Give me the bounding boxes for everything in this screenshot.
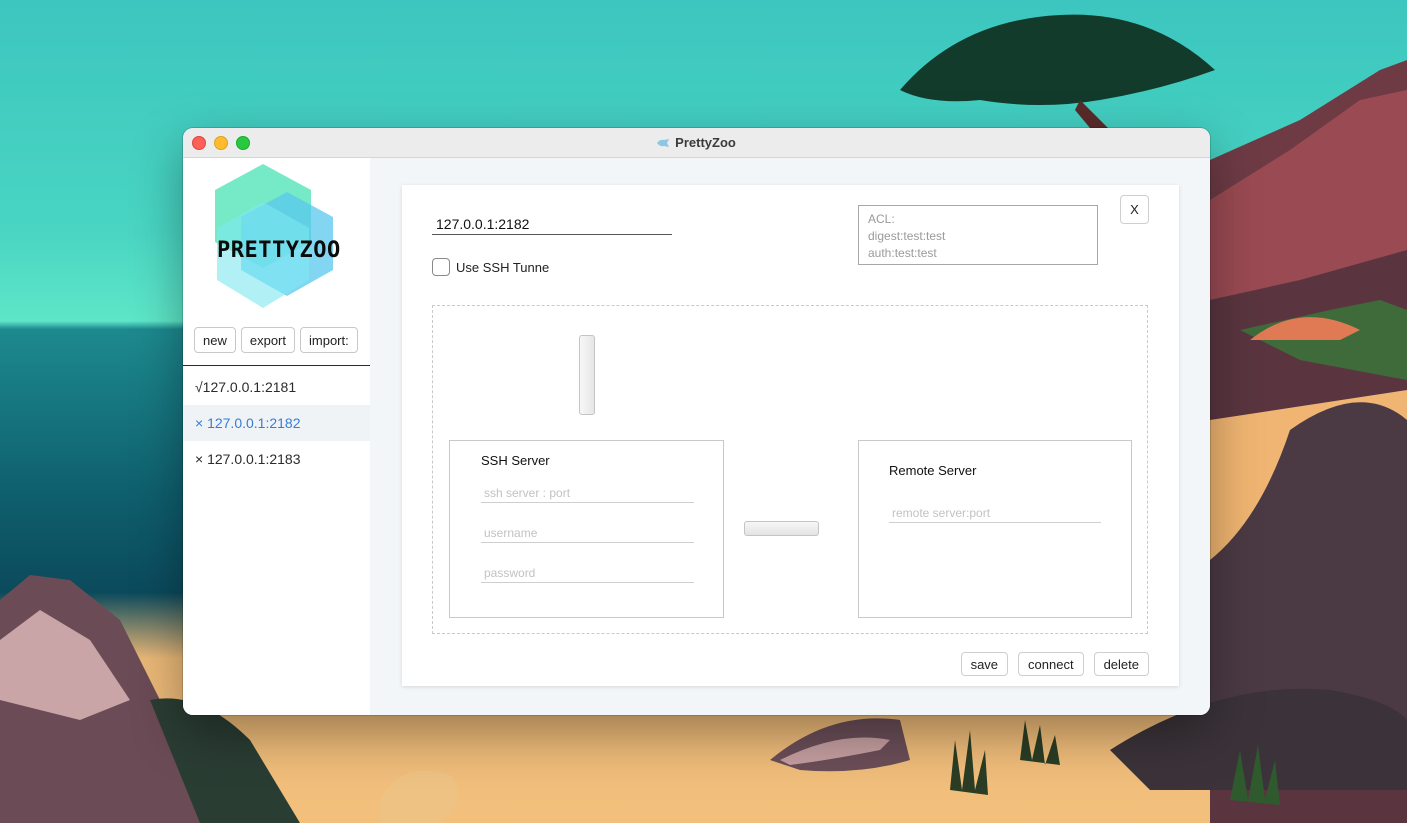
server-list: √127.0.0.1:2181 × 127.0.0.1:2182 × 127.0… bbox=[183, 369, 370, 477]
acl-textarea[interactable]: ACL: digest:test:test auth:test:test bbox=[858, 205, 1098, 265]
sidebar-actions: new export import: bbox=[194, 327, 358, 353]
acl-line: ACL: bbox=[868, 212, 895, 226]
prettyzoo-logo-icon bbox=[215, 164, 333, 308]
server-item-2181[interactable]: √127.0.0.1:2181 bbox=[183, 369, 370, 405]
ssh-server-title: SSH Server bbox=[481, 453, 550, 468]
horizontal-connector-handle bbox=[744, 521, 819, 536]
sidebar-divider bbox=[183, 365, 370, 366]
ssh-username-input[interactable] bbox=[481, 523, 694, 543]
ssh-password-input[interactable] bbox=[481, 563, 694, 583]
window-title-text: PrettyZoo bbox=[675, 135, 736, 150]
acl-line: auth:test:test bbox=[868, 246, 937, 260]
ssh-tunnel-area: SSH Server Remote Server bbox=[432, 305, 1148, 634]
ssh-tunnel-checkbox[interactable] bbox=[432, 258, 450, 276]
connect-button[interactable]: connect bbox=[1018, 652, 1084, 676]
server-item-2183[interactable]: × 127.0.0.1:2183 bbox=[183, 441, 370, 477]
vertical-connector-handle bbox=[579, 335, 595, 415]
remote-server-title: Remote Server bbox=[889, 463, 977, 478]
form-actions: save connect delete bbox=[960, 652, 1149, 676]
remote-server-panel: Remote Server bbox=[858, 440, 1132, 618]
window-title: PrettyZoo bbox=[657, 135, 736, 150]
app-window: PrettyZoo PRETTYZOO new export import: √… bbox=[183, 128, 1210, 715]
ssh-server-input[interactable] bbox=[481, 483, 694, 503]
server-config-card: ACL: digest:test:test auth:test:test X U… bbox=[402, 185, 1179, 686]
title-bar: PrettyZoo bbox=[183, 128, 1210, 158]
new-button[interactable]: new bbox=[194, 327, 236, 353]
ssh-tunnel-label: Use SSH Tunne bbox=[456, 259, 550, 275]
zoom-window-button[interactable] bbox=[236, 136, 250, 150]
window-controls bbox=[192, 136, 250, 150]
close-window-button[interactable] bbox=[192, 136, 206, 150]
import-button[interactable]: import: bbox=[300, 327, 358, 353]
minimize-window-button[interactable] bbox=[214, 136, 228, 150]
delete-button[interactable]: delete bbox=[1093, 652, 1149, 676]
acl-line: digest:test:test bbox=[868, 229, 946, 243]
server-item-2182[interactable]: × 127.0.0.1:2182 bbox=[183, 405, 370, 441]
sidebar: PRETTYZOO new export import: √127.0.0.1:… bbox=[183, 158, 370, 715]
host-input[interactable] bbox=[432, 213, 672, 235]
app-icon bbox=[657, 138, 670, 147]
ssh-server-panel: SSH Server bbox=[449, 440, 724, 618]
close-button[interactable]: X bbox=[1120, 195, 1149, 224]
main-panel: ACL: digest:test:test auth:test:test X U… bbox=[370, 158, 1210, 715]
export-button[interactable]: export bbox=[240, 327, 295, 353]
remote-server-input[interactable] bbox=[889, 503, 1101, 523]
ssh-tunnel-toggle[interactable]: Use SSH Tunne bbox=[432, 258, 549, 276]
logo-text: PRETTYZOO bbox=[217, 238, 341, 263]
save-button[interactable]: save bbox=[960, 652, 1009, 676]
